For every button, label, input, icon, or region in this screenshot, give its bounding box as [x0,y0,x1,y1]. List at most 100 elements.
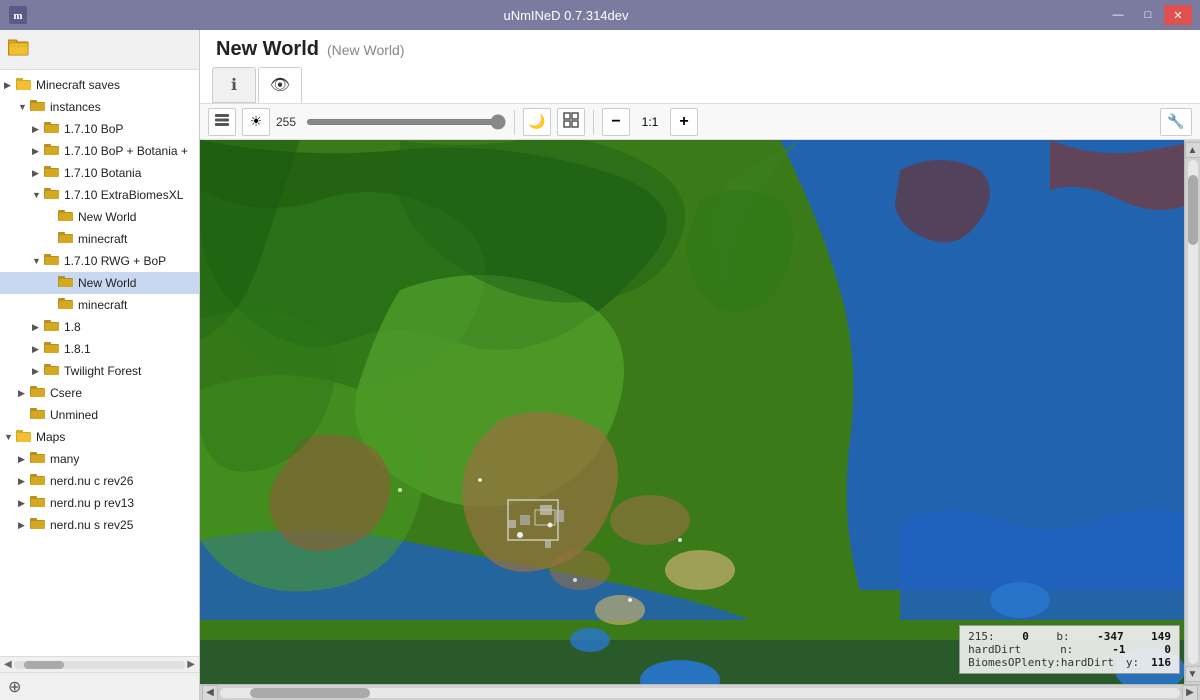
tree-arrow[interactable]: ▼ [32,256,44,266]
tree-item-label: 1.8.1 [64,342,91,356]
tree-item-1710-extrabiomesxl[interactable]: ▼ 1.7.10 ExtraBiomesXL [0,184,199,206]
coord-b-val1: -347 [1097,630,1124,643]
tree-item-v18[interactable]: ▶1.8 [0,316,199,338]
sidebar-horizontal-scrollbar[interactable]: ◀ ▶ [0,656,199,672]
open-folder-icon[interactable] [8,38,30,61]
tree-item-label: minecraft [78,298,127,312]
tree-item-label: minecraft [78,232,127,246]
tree-item-1710-bop-botania[interactable]: ▶1.7.10 BoP + Botania + [0,140,199,162]
tree-item-label: many [50,452,79,466]
tree-arrow[interactable]: ▶ [18,520,30,531]
tree-item-1710-botania[interactable]: ▶ 1.7.10 Botania [0,162,199,184]
coord-n-val1: -1 [1112,643,1125,656]
map-toolbar: ☀ 255 🌙 − [200,104,1200,140]
tree-item-nerd-nu-s[interactable]: ▶nerd.nu s rev25 [0,514,199,536]
wrench-icon: 🔧 [1167,113,1184,130]
scroll-right-arrow[interactable]: ▶ [187,659,195,670]
hscroll-thumb[interactable] [250,688,370,698]
eye-icon: 👁 [270,75,290,95]
coord-b-label: b: [1056,630,1069,643]
tree-item-label: nerd.nu c rev26 [50,474,133,488]
brightness-slider[interactable] [306,119,506,125]
tree-item-nerd-nu-c[interactable]: ▶ nerd.nu c rev26 [0,470,199,492]
tree-arrow[interactable]: ▶ [32,168,44,179]
tree-item-many[interactable]: ▶ many [0,448,199,470]
tree-item-minecraft-1[interactable]: minecraft [0,228,199,250]
tree-arrow[interactable]: ▶ [32,344,44,355]
tree-item-csere[interactable]: ▶Csere [0,382,199,404]
app-title: uNmINeD 0.7.314dev [28,8,1104,23]
zoom-in-button[interactable]: + [670,108,698,136]
map-vertical-scrollbar[interactable]: ▲ ▼ [1184,140,1200,684]
folder-icon [30,473,46,489]
hscroll-right-arrow[interactable]: ▶ [1182,685,1198,700]
tree-item-1710-rwg-bop[interactable]: ▼1.7.10 RWG + BoP [0,250,199,272]
tree-arrow[interactable]: ▶ [4,80,16,91]
app-icon: m [8,5,28,25]
tree-item-minecraft-2[interactable]: minecraft [0,294,199,316]
brightness-value: 255 [276,115,300,129]
tree-arrow[interactable]: ▶ [32,366,44,377]
tree-arrow[interactable]: ▶ [32,322,44,333]
tree-item-1710-bop[interactable]: ▶ 1.7.10 BoP [0,118,199,140]
grid-button[interactable] [557,108,585,136]
brightness-button[interactable]: ☀ [242,108,270,136]
folder-icon [30,495,46,511]
tab-info[interactable]: ℹ [212,67,256,103]
settings-button[interactable]: 🔧 [1160,108,1192,136]
tree-arrow[interactable]: ▶ [18,388,30,399]
close-button[interactable]: ✕ [1164,5,1192,25]
tab-view[interactable]: 👁 [258,67,302,103]
vscroll-down-arrow[interactable]: ▼ [1185,666,1200,682]
add-button[interactable]: ⊕ [0,672,199,700]
coord-x-val: 0 [1022,630,1029,643]
tree-item-new-world-1[interactable]: New World [0,206,199,228]
tree-item-v181[interactable]: ▶ 1.8.1 [0,338,199,360]
folder-icon [44,341,60,357]
tree-item-label: instances [50,100,101,114]
world-subtitle: (New World) [327,42,405,58]
folder-icon [44,165,60,181]
info-icon: ℹ [231,75,237,95]
tree-arrow[interactable]: ▶ [18,498,30,509]
tree-arrow[interactable]: ▼ [32,190,44,200]
folder-icon [16,77,32,94]
tree-item-label: 1.7.10 Botania [64,166,141,180]
folder-icon [44,143,60,159]
folder-icon [30,99,46,115]
vscroll-up-arrow[interactable]: ▲ [1185,142,1200,158]
tree-arrow[interactable]: ▶ [18,454,30,465]
layers-icon [214,113,230,130]
tree-item-label: 1.7.10 ExtraBiomesXL [64,188,183,202]
tree-item-label: Minecraft saves [36,78,120,92]
tree-item-label: 1.7.10 BoP [64,122,123,136]
folder-icon [44,363,60,379]
tree-arrow[interactable]: ▼ [18,102,30,112]
tree-item-label: Twilight Forest [64,364,141,378]
tree-item-maps[interactable]: ▼Maps [0,426,199,448]
maximize-button[interactable]: □ [1134,5,1162,25]
vscroll-thumb[interactable] [1188,175,1198,245]
zoom-out-button[interactable]: − [602,108,630,136]
scroll-left-arrow[interactable]: ◀ [4,659,12,670]
night-mode-button[interactable]: 🌙 [523,108,551,136]
tree-item-unmined[interactable]: Unmined [0,404,199,426]
tree-item-new-world-2[interactable]: New World [0,272,199,294]
tree-arrow[interactable]: ▶ [18,476,30,487]
tree-arrow[interactable]: ▶ [32,146,44,157]
coord-y-val: 116 [1151,656,1171,669]
map-container[interactable]: 215: 0 b: -347 149 hardDirt n: -1 0 [200,140,1200,684]
tree-item-minecraft-saves[interactable]: ▶ Minecraft saves [0,74,199,96]
map-horizontal-scrollbar[interactable]: ◀ ▶ [200,684,1200,700]
minimize-button[interactable]: — [1104,5,1132,25]
tree-arrow[interactable]: ▶ [32,124,44,135]
layers-button[interactable] [208,108,236,136]
titlebar: m uNmINeD 0.7.314dev — □ ✕ [0,0,1200,30]
tree-item-nerd-nu-p[interactable]: ▶nerd.nu p rev13 [0,492,199,514]
tree-arrow[interactable]: ▼ [4,432,16,442]
folder-icon [58,209,74,225]
tree-item-twilight-forest[interactable]: ▶ Twilight Forest [0,360,199,382]
hscroll-left-arrow[interactable]: ◀ [202,685,218,700]
tree-item-instances[interactable]: ▼ instances [0,96,199,118]
coord-block-label: hardDirt [968,643,1021,656]
